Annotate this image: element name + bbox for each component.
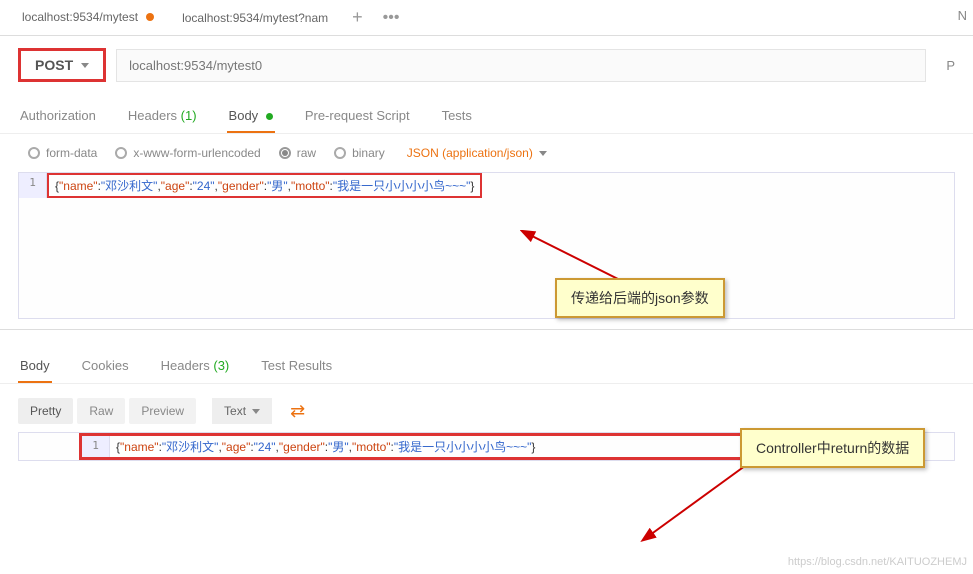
tab-label: localhost:9534/mytest?nam <box>182 11 328 25</box>
resp-tab-test-results[interactable]: Test Results <box>259 350 334 383</box>
radio-icon <box>28 147 40 159</box>
body-type-row: form-data x-www-form-urlencoded raw bina… <box>0 134 973 172</box>
json-line: {"name":"邓沙利文","age":"24","gender":"男","… <box>47 173 482 198</box>
radio-icon <box>334 147 346 159</box>
line-number: 1 <box>82 436 110 457</box>
tabs-bar: localhost:9534/mytest localhost:9534/myt… <box>0 0 973 36</box>
chevron-down-icon <box>539 151 547 156</box>
tab-label: localhost:9534/mytest <box>22 10 138 24</box>
preview-button[interactable]: Preview <box>129 398 196 424</box>
modified-dot-icon <box>146 13 154 21</box>
json-line: {"name":"邓沙利文","age":"24","gender":"男","… <box>110 436 541 457</box>
method-selector[interactable]: POST <box>18 48 106 82</box>
request-tabs: Authorization Headers (1) Body Pre-reque… <box>0 92 973 134</box>
pretty-button[interactable]: Pretty <box>18 398 73 424</box>
radio-icon <box>115 147 127 159</box>
radio-form-data[interactable]: form-data <box>28 146 97 160</box>
line-number: 1 <box>19 173 47 198</box>
response-controls: Pretty Raw Preview Text ⇄ <box>0 384 973 432</box>
tab-more-button[interactable]: ••• <box>373 9 410 27</box>
tab-authorization[interactable]: Authorization <box>18 100 98 133</box>
resp-tab-headers[interactable]: Headers (3) <box>159 350 232 383</box>
callout-response-data: Controller中return的数据 <box>740 428 925 468</box>
watermark: https://blog.csdn.net/KAITUOZHEMJ <box>788 556 967 568</box>
raw-button[interactable]: Raw <box>77 398 125 424</box>
radio-binary[interactable]: binary <box>334 146 385 160</box>
wrap-lines-icon[interactable]: ⇄ <box>290 401 305 422</box>
callout-request-json: 传递给后端的json参数 <box>555 278 725 318</box>
radio-urlencoded[interactable]: x-www-form-urlencoded <box>115 146 260 160</box>
body-active-dot-icon <box>266 113 273 120</box>
chevron-down-icon <box>81 63 89 68</box>
resp-tab-body[interactable]: Body <box>18 350 52 383</box>
cutoff-right-p: P <box>936 58 955 73</box>
cutoff-right: N <box>958 8 967 23</box>
tab-headers[interactable]: Headers (1) <box>126 100 199 133</box>
tab-prerequest[interactable]: Pre-request Script <box>303 100 412 133</box>
radio-raw[interactable]: raw <box>279 146 316 160</box>
url-input[interactable]: localhost:9534/mytest0 <box>116 49 926 82</box>
chevron-down-icon <box>252 409 260 414</box>
request-body-editor[interactable]: 1 {"name":"邓沙利文","age":"24","gender":"男"… <box>18 172 955 319</box>
tab-1[interactable]: localhost:9534/mytest?nam <box>168 0 342 35</box>
response-tabs: Body Cookies Headers (3) Test Results <box>0 330 973 384</box>
new-tab-button[interactable]: + <box>342 7 373 28</box>
format-selector[interactable]: Text <box>212 398 272 424</box>
tab-body[interactable]: Body <box>227 100 275 133</box>
method-label: POST <box>35 57 73 73</box>
radio-icon <box>279 147 291 159</box>
request-row: POST localhost:9534/mytest0 P <box>0 36 973 92</box>
content-type-selector[interactable]: JSON (application/json) <box>407 146 547 160</box>
tab-tests[interactable]: Tests <box>440 100 474 133</box>
tab-0[interactable]: localhost:9534/mytest <box>8 0 168 35</box>
resp-tab-cookies[interactable]: Cookies <box>80 350 131 383</box>
